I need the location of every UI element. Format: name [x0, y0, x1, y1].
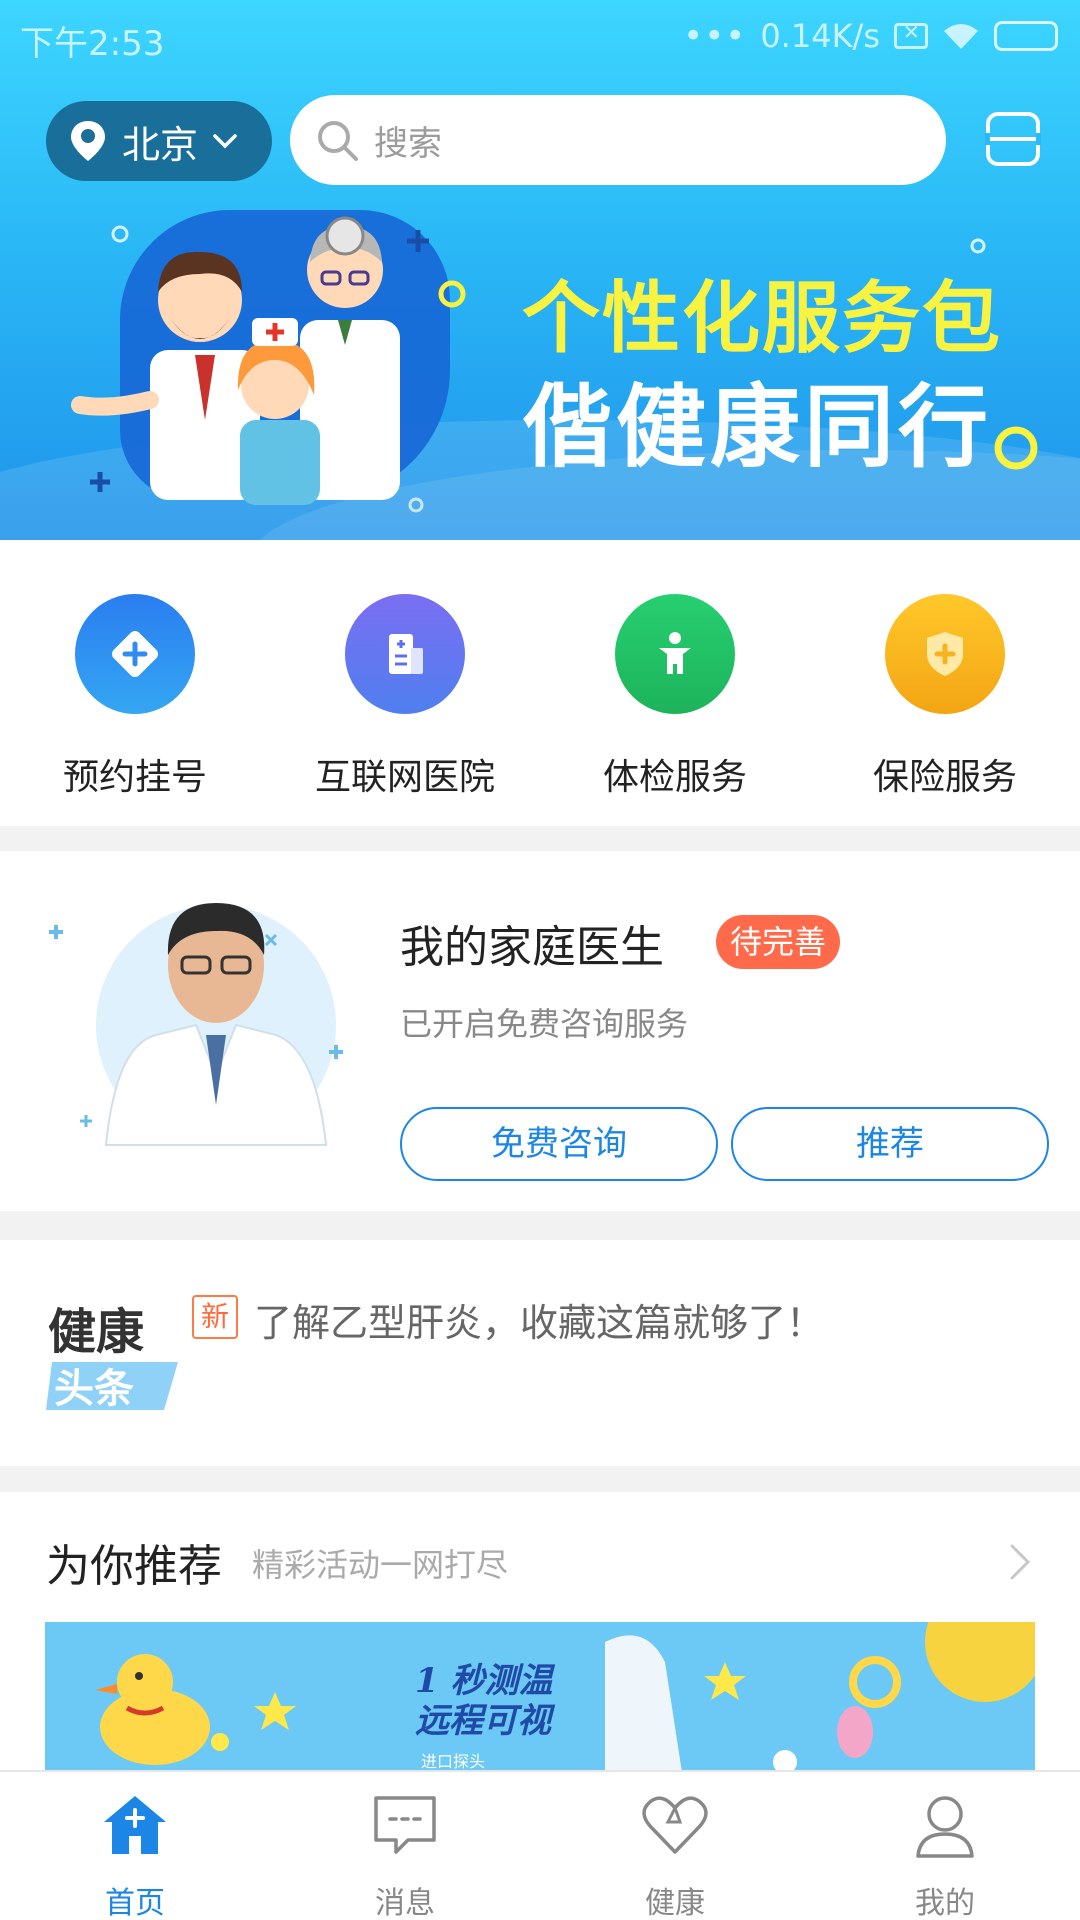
person-icon [916, 1796, 974, 1858]
tab-profile[interactable]: 我的 [810, 1790, 1080, 1920]
heart-icon [642, 1796, 708, 1854]
shield-plus-icon [885, 594, 1005, 714]
quick-entry-label: 预约挂号 [62, 757, 207, 798]
new-tag: 新 [192, 1295, 238, 1339]
activity-banner[interactable]: 1 秒测温 远程可视 进口探头 [45, 1622, 1035, 1792]
banner-slogan-2: 偕健康同行 [522, 375, 992, 480]
recommend-title: 为你推荐 [46, 1541, 222, 1592]
doctor-portrait [49, 903, 343, 1146]
quick-entries: 预约挂号 互联网医院 体检服务 保险服务 [0, 540, 1080, 826]
diamond-plus-icon [75, 594, 195, 714]
recommend-subtitle: 精彩活动一网打尽 [252, 1546, 509, 1584]
quick-entry-label: 互联网医院 [314, 757, 495, 798]
quick-entry-label: 保险服务 [872, 757, 1017, 798]
body-figure-icon [615, 594, 735, 714]
health-headline-logo: 健康 头条 [46, 1304, 178, 1412]
family-doctor-title: 我的家庭医生 [400, 922, 664, 973]
health-headline[interactable]: 健康 头条 新 了解乙型肝炎，收藏这篇就够了！ [0, 1240, 1080, 1466]
tab-label: 消息 [375, 1886, 435, 1920]
quick-entry-internet-hospital[interactable]: 互联网医院 [270, 594, 540, 804]
thermometer-illustration: 1 秒测温 远程可视 进口探头 [95, 1622, 1035, 1792]
tab-label: 我的 [915, 1886, 975, 1920]
tab-label: 首页 [105, 1886, 165, 1920]
message-icon [374, 1796, 436, 1854]
home-icon [104, 1796, 166, 1854]
recommend-button[interactable]: 推荐 [731, 1107, 1049, 1181]
quick-entry-label: 体检服务 [602, 757, 747, 798]
family-doctor-subtitle: 已开启免费咨询服务 [400, 1005, 689, 1043]
hospital-building-icon [345, 594, 465, 714]
hero-banner[interactable]: 下午2:53 ••• 0.14K/s 北京 [0, 0, 1080, 540]
chevron-right-icon[interactable] [1008, 1542, 1032, 1582]
free-consult-button[interactable]: 免费咨询 [400, 1107, 718, 1181]
banner-small-text: 进口探头 [421, 1752, 485, 1771]
family-doctor-card[interactable]: 我的家庭医生 待完善 已开启免费咨询服务 免费咨询 推荐 [0, 851, 1080, 1211]
banner-text-line2: 远程可视 [415, 1701, 556, 1741]
recommend-section: 为你推荐 精彩活动一网打尽 1 秒测温 远程可视 进口探头 [0, 1492, 1080, 1792]
bottom-tab-bar: 首页 消息 健康 我的 [0, 1770, 1080, 1920]
headline-text[interactable]: 了解乙型肝炎，收藏这篇就够了！ [254, 1292, 824, 1347]
home-page: 下午2:53 ••• 0.14K/s 北京 [0, 0, 1080, 1920]
headline-logo-line1: 健康 [48, 1304, 144, 1360]
banner-text-line1: 1 秒测温 [415, 1661, 555, 1701]
status-badge: 待完善 [716, 915, 841, 969]
tab-home[interactable]: 首页 [0, 1790, 270, 1920]
quick-entry-appointment[interactable]: 预约挂号 [0, 594, 270, 804]
headline-logo-line2: 头条 [54, 1366, 134, 1412]
tab-health[interactable]: 健康 [540, 1790, 810, 1920]
quick-entry-insurance[interactable]: 保险服务 [810, 594, 1080, 804]
tab-label: 健康 [645, 1886, 705, 1920]
banner-slogan-1: 个性化服务包 [522, 274, 1003, 364]
tab-messages[interactable]: 消息 [270, 1790, 540, 1920]
quick-entry-checkup[interactable]: 体检服务 [540, 594, 810, 804]
